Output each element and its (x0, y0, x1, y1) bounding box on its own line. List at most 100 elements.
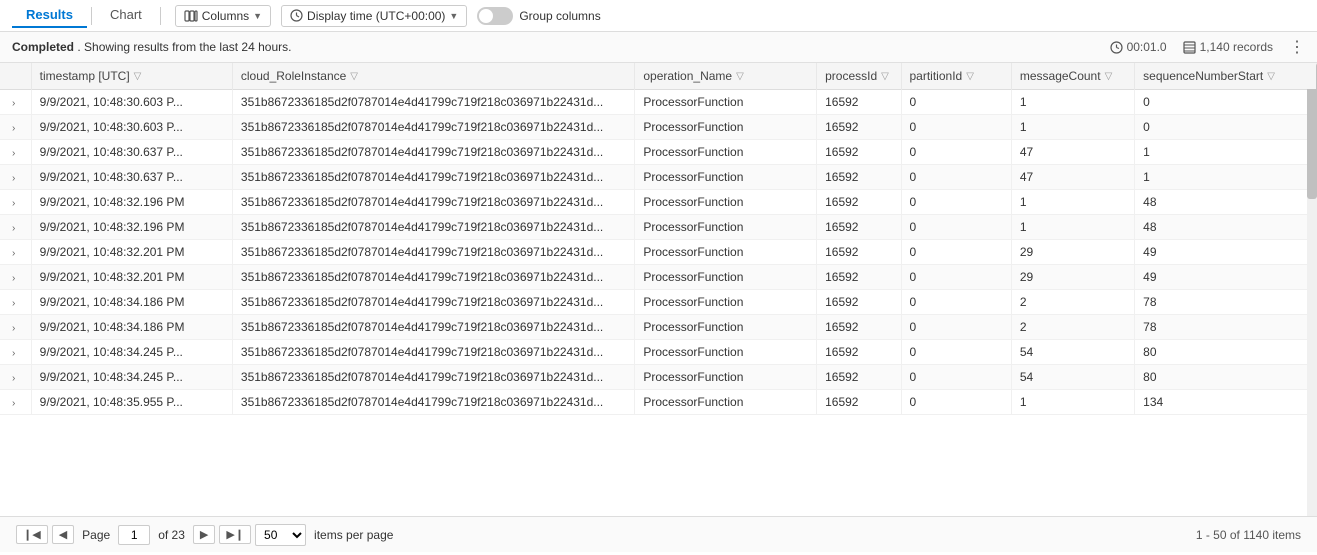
group-columns-toggle[interactable] (477, 7, 513, 25)
next-page-button[interactable]: ▶ (193, 525, 215, 544)
duration-clock-icon (1110, 41, 1123, 54)
expand-button[interactable]: › (8, 196, 19, 211)
table-row[interactable]: ›9/9/2021, 10:48:34.245 P...351b86723361… (0, 340, 1317, 365)
status-right: 00:01.0 1,140 records ⋮ (1110, 37, 1305, 57)
expand-button[interactable]: › (8, 221, 19, 236)
cell-messageCount: 47 (1011, 140, 1134, 165)
cell-partitionId: 0 (901, 215, 1011, 240)
filter-operation-icon[interactable]: ▽ (736, 71, 744, 82)
last-page-button[interactable]: ▶❙ (219, 525, 251, 544)
cell-operation_Name: ProcessorFunction (635, 365, 817, 390)
expand-cell[interactable]: › (0, 365, 31, 390)
table-row[interactable]: ›9/9/2021, 10:48:30.603 P...351b86723361… (0, 90, 1317, 115)
expand-button[interactable]: › (8, 246, 19, 261)
expand-button[interactable]: › (8, 346, 19, 361)
cell-messageCount: 1 (1011, 190, 1134, 215)
table-row[interactable]: ›9/9/2021, 10:48:30.637 P...351b86723361… (0, 140, 1317, 165)
table-row[interactable]: ›9/9/2021, 10:48:34.245 P...351b86723361… (0, 365, 1317, 390)
table-row[interactable]: › 9/9/2021, 10:48:30.603 P...351b86723361… (0, 115, 1317, 140)
expand-cell[interactable]: › (0, 190, 31, 215)
table-row[interactable]: ›9/9/2021, 10:48:34.186 PM351b8672336185… (0, 315, 1317, 340)
cell-processId: 16592 (817, 390, 901, 415)
cell-cloud_RoleInstance: 351b8672336185d2f0787014e4d41799c719f218… (232, 190, 634, 215)
expand-cell[interactable]: › (0, 165, 31, 190)
expand-cell[interactable]: › (0, 290, 31, 315)
cell-operation_Name: ProcessorFunction (635, 315, 817, 340)
expand-cell[interactable]: › (0, 240, 31, 265)
cell-messageCount: 47 (1011, 165, 1134, 190)
cell-timestamp: 9/9/2021, 10:48:34.245 P... (31, 365, 232, 390)
table-row[interactable]: ›9/9/2021, 10:48:35.955 P...351b86723361… (0, 390, 1317, 415)
table-row[interactable]: ›9/9/2021, 10:48:32.201 PM351b8672336185… (0, 240, 1317, 265)
page-of: of 23 (158, 528, 185, 542)
status-records-value: 1,140 records (1200, 40, 1273, 54)
expand-button[interactable]: › (8, 121, 19, 136)
cell-partitionId: 0 (901, 315, 1011, 340)
records-icon (1183, 41, 1196, 54)
th-timestamp: timestamp [UTC] ▽ (31, 63, 232, 90)
expand-button[interactable]: › (8, 296, 19, 311)
cell-operation_Name: ProcessorFunction (635, 290, 817, 315)
cell-operation_Name: ProcessorFunction (635, 265, 817, 290)
page-label: Page (82, 528, 110, 542)
expand-cell[interactable]: › (0, 315, 31, 340)
first-page-button[interactable]: ❙◀ (16, 525, 48, 544)
scrollbar-track[interactable] (1307, 63, 1317, 516)
group-columns-toggle-wrap: Group columns (477, 7, 600, 25)
expand-cell[interactable]: › (0, 340, 31, 365)
prev-page-button[interactable]: ◀ (52, 525, 74, 544)
cell-sequenceNumberStart: 134 (1135, 390, 1317, 415)
cell-partitionId: 0 (901, 365, 1011, 390)
expand-cell[interactable]: › (0, 90, 31, 115)
cell-cloud_RoleInstance: 351b8672336185d2f0787014e4d41799c719f218… (232, 315, 634, 340)
expand-button[interactable]: › (8, 396, 19, 411)
expand-button[interactable]: › (8, 271, 19, 286)
filter-timestamp-icon[interactable]: ▽ (134, 71, 142, 82)
columns-label: Columns (202, 9, 249, 23)
table-row[interactable]: ›9/9/2021, 10:48:30.637 P...351b86723361… (0, 165, 1317, 190)
expand-button[interactable]: › (8, 96, 19, 111)
columns-button[interactable]: Columns ▼ (175, 5, 271, 27)
cell-processId: 16592 (817, 365, 901, 390)
cell-messageCount: 1 (1011, 90, 1134, 115)
filter-pid-icon[interactable]: ▽ (881, 71, 889, 82)
filter-partition-icon[interactable]: ▽ (966, 71, 974, 82)
expand-button[interactable]: › (8, 146, 19, 161)
cell-operation_Name: ProcessorFunction (635, 215, 817, 240)
cell-cloud_RoleInstance: 351b8672336185d2f0787014e4d41799c719f218… (232, 115, 634, 140)
expand-button[interactable]: › (8, 171, 19, 186)
table-row[interactable]: ›9/9/2021, 10:48:32.201 PM351b8672336185… (0, 265, 1317, 290)
filter-seqnum-icon[interactable]: ▽ (1267, 71, 1275, 82)
status-records: 1,140 records (1183, 40, 1273, 54)
display-time-button[interactable]: Display time (UTC+00:00) ▼ (281, 5, 467, 27)
expand-button[interactable]: › (8, 371, 19, 386)
status-message: Completed . Showing results from the las… (12, 40, 291, 54)
tab-chart[interactable]: Chart (96, 3, 156, 28)
expand-button[interactable]: › (8, 321, 19, 336)
filter-msgcount-icon[interactable]: ▽ (1105, 71, 1113, 82)
th-partitionid: partitionId ▽ (901, 63, 1011, 90)
expand-cell[interactable]: › (0, 265, 31, 290)
expand-cell[interactable]: › (0, 140, 31, 165)
page-size-select[interactable]: 50 100 200 (255, 524, 306, 546)
table-row[interactable]: ›9/9/2021, 10:48:32.196 PM351b8672336185… (0, 190, 1317, 215)
expand-cell[interactable]: › (0, 215, 31, 240)
cell-cloud_RoleInstance: 351b8672336185d2f0787014e4d41799c719f218… (232, 340, 634, 365)
table-row[interactable]: ›9/9/2021, 10:48:32.196 PM351b8672336185… (0, 215, 1317, 240)
table-row[interactable]: ›9/9/2021, 10:48:34.186 PM351b8672336185… (0, 290, 1317, 315)
status-duration: 00:01.0 (1110, 40, 1167, 54)
page-number-input[interactable] (118, 525, 150, 545)
cell-timestamp: 9/9/2021, 10:48:30.603 P... (31, 115, 232, 140)
cell-sequenceNumberStart: 80 (1135, 365, 1317, 390)
expand-cell[interactable]: › (0, 115, 31, 140)
cell-sequenceNumberStart: 0 (1135, 115, 1317, 140)
tab-results[interactable]: Results (12, 3, 87, 28)
clock-icon (290, 9, 303, 22)
status-more-icon[interactable]: ⋮ (1289, 37, 1305, 57)
filter-role-icon[interactable]: ▽ (350, 71, 358, 82)
th-seqnum: sequenceNumberStart ▽ (1135, 63, 1317, 90)
cell-sequenceNumberStart: 78 (1135, 290, 1317, 315)
expand-cell[interactable]: › (0, 390, 31, 415)
cell-timestamp: 9/9/2021, 10:48:35.955 P... (31, 390, 232, 415)
cell-cloud_RoleInstance: 351b8672336185d2f0787014e4d41799c719f218… (232, 290, 634, 315)
